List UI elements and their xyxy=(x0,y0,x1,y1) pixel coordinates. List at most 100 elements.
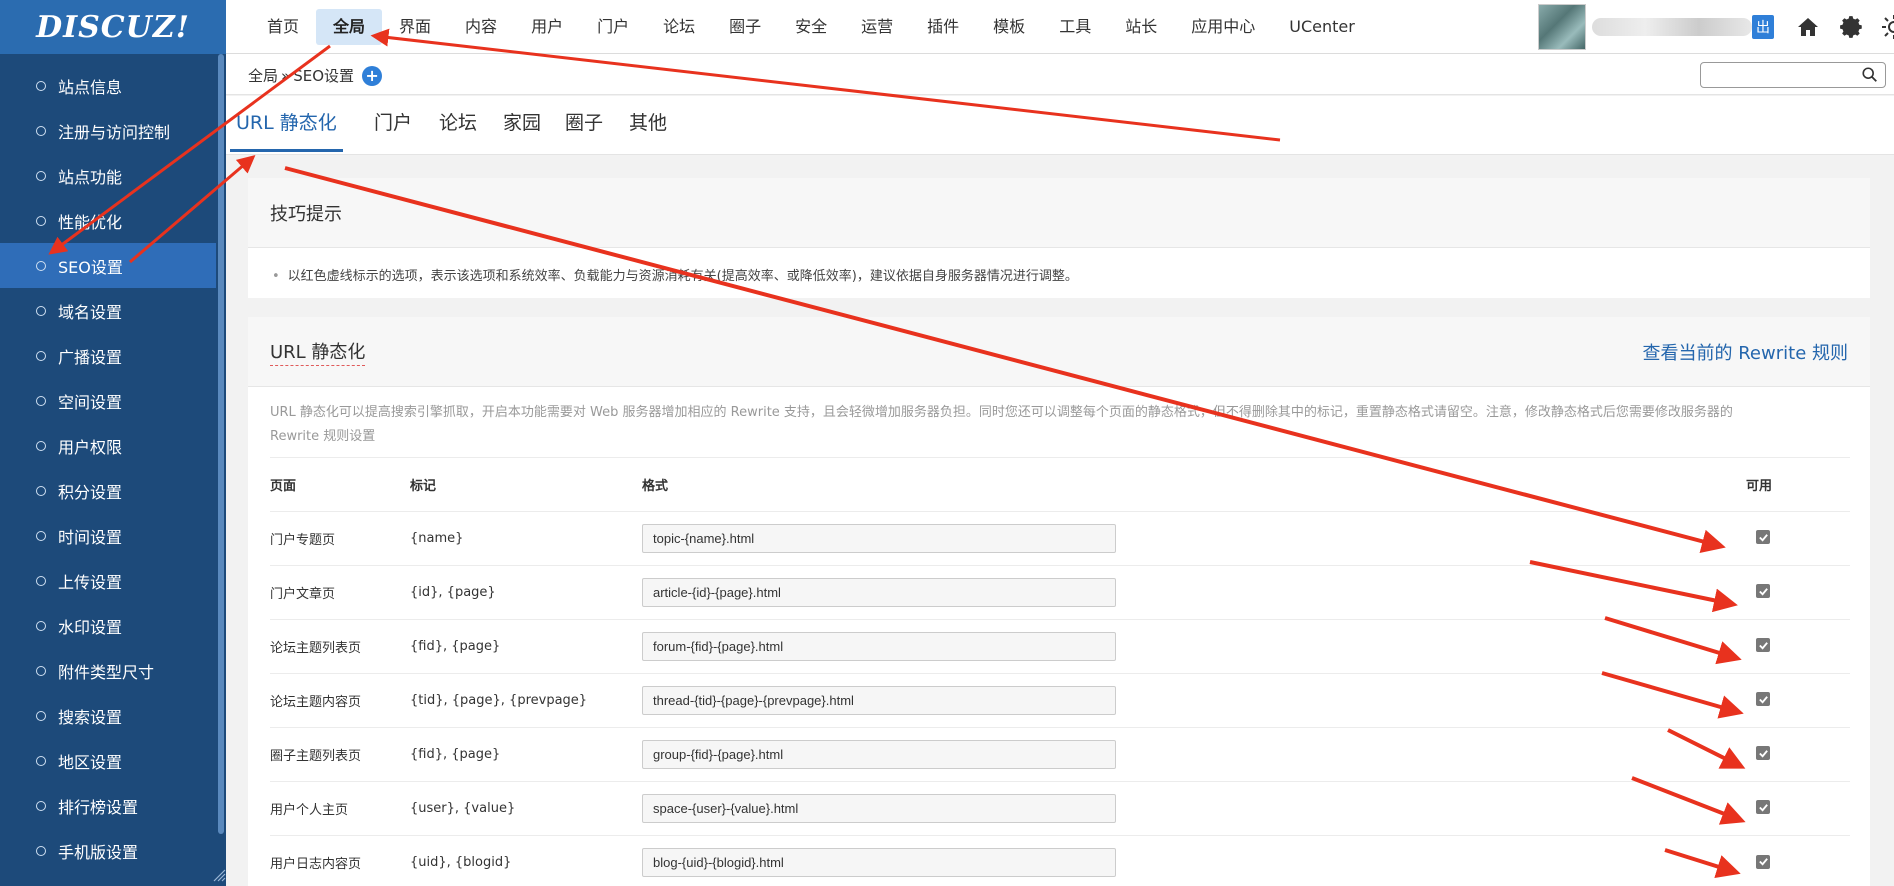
enabled-checkbox[interactable] xyxy=(1756,692,1770,707)
resize-grip-icon[interactable] xyxy=(212,868,226,882)
circle-bullet-icon xyxy=(36,80,46,91)
sidebar-item-14[interactable]: 搜索设置 xyxy=(0,693,226,738)
sidebar-item-11[interactable]: 上传设置 xyxy=(0,558,226,603)
search-input[interactable] xyxy=(1705,64,1855,86)
sidebar-item-label: 水印设置 xyxy=(58,617,123,637)
avatar[interactable] xyxy=(1538,4,1586,50)
table-row: 用户日志内容页 {uid}, {blogid} xyxy=(270,835,1850,886)
nav-item-3[interactable]: 内容 xyxy=(448,9,514,45)
tab-3[interactable]: 家园 xyxy=(503,108,541,149)
gear-icon[interactable] xyxy=(1838,13,1866,41)
checkmark-icon xyxy=(1758,641,1768,650)
seo-tabs: URL 静态化 门户 论坛 家园 圈子 其他 xyxy=(226,96,1894,155)
sidebar-item-6[interactable]: 广播设置 xyxy=(0,333,226,378)
tab-0[interactable]: URL 静态化 xyxy=(230,108,343,152)
url-panel-title: URL 静态化 xyxy=(270,338,366,366)
circle-bullet-icon xyxy=(36,620,46,631)
sidebar-item-8[interactable]: 用户权限 xyxy=(0,423,226,468)
tab-5[interactable]: 其他 xyxy=(629,108,667,149)
sidebar: 站点信息 注册与访问控制 站点功能性能优化 SEO设置 域名设置 广播设置空间设置用户权限… xyxy=(0,54,226,886)
nav-item-6[interactable]: 论坛 xyxy=(646,9,712,45)
circle-bullet-icon xyxy=(36,665,46,676)
breadcrumb-sep: » xyxy=(281,66,291,85)
sidebar-item-4[interactable]: SEO设置 xyxy=(0,243,226,288)
enabled-checkbox[interactable] xyxy=(1756,638,1770,653)
nav-item-9[interactable]: 运营 xyxy=(844,9,910,45)
sidebar-item-10[interactable]: 时间设置 xyxy=(0,513,226,558)
tab-4[interactable]: 圈子 xyxy=(565,108,603,149)
view-rewrite-rules-link[interactable]: 查看当前的 Rewrite 规则 xyxy=(1643,339,1848,365)
add-shortcut-icon[interactable]: + xyxy=(362,65,383,86)
nav-item-8[interactable]: 安全 xyxy=(778,9,844,45)
enabled-checkbox[interactable] xyxy=(1756,584,1770,599)
sidebar-item-17[interactable]: 手机版设置 xyxy=(0,828,226,873)
sidebar-item-0[interactable]: 站点信息 xyxy=(0,63,226,108)
search-box[interactable] xyxy=(1700,62,1886,88)
row-enabled-cell xyxy=(1746,727,1850,782)
row-format-cell xyxy=(642,673,1746,728)
discuz-logo[interactable]: DISCUZ! xyxy=(0,0,226,54)
sidebar-item-label: 空间设置 xyxy=(58,392,123,412)
sidebar-item-label: 性能优化 xyxy=(58,212,123,232)
enabled-checkbox[interactable] xyxy=(1756,800,1770,815)
format-input[interactable] xyxy=(642,794,1116,823)
format-input[interactable] xyxy=(642,524,1116,553)
home-icon[interactable] xyxy=(1794,13,1822,41)
sidebar-item-9[interactable]: 积分设置 xyxy=(0,468,226,513)
sidebar-item-label: 排行榜设置 xyxy=(58,797,139,817)
circle-bullet-icon xyxy=(36,260,46,271)
tab-1[interactable]: 门户 xyxy=(374,108,412,149)
tab-2[interactable]: 论坛 xyxy=(439,108,477,149)
enabled-checkbox[interactable] xyxy=(1756,530,1770,545)
enabled-checkbox[interactable] xyxy=(1756,854,1770,869)
circle-bullet-icon xyxy=(36,440,46,451)
nav-item-14[interactable]: 应用中心 xyxy=(1174,9,1272,45)
format-input[interactable] xyxy=(642,740,1116,769)
circle-bullet-icon xyxy=(36,305,46,316)
nav-item-4[interactable]: 用户 xyxy=(514,9,580,45)
nav-item-1[interactable]: 全局 xyxy=(316,9,383,45)
enabled-checkbox[interactable] xyxy=(1756,746,1770,761)
sidebar-item-1[interactable]: 注册与访问控制 xyxy=(0,108,226,153)
sidebar-scrollbar[interactable] xyxy=(216,54,226,886)
format-input[interactable] xyxy=(642,848,1116,878)
scrollbar-thumb[interactable] xyxy=(218,54,224,834)
sidebar-item-12[interactable]: 水印设置 xyxy=(0,603,226,648)
sidebar-item-15[interactable]: 地区设置 xyxy=(0,738,226,783)
sidebar-item-13[interactable]: 附件类型尺寸 xyxy=(0,648,226,693)
nav-item-2[interactable]: 界面 xyxy=(382,9,448,45)
sidebar-item-3[interactable]: 性能优化 xyxy=(0,198,226,243)
nav-item-11[interactable]: 模板 xyxy=(976,9,1042,45)
nav-item-7[interactable]: 圈子 xyxy=(712,9,778,45)
sidebar-item-label: 用户权限 xyxy=(58,437,123,457)
row-enabled-cell xyxy=(1746,619,1850,674)
sun-icon[interactable] xyxy=(1874,13,1894,41)
breadcrumb-root[interactable]: 全局 xyxy=(248,65,278,86)
format-input[interactable] xyxy=(642,578,1116,607)
sidebar-item-5[interactable]: 域名设置 xyxy=(0,288,226,333)
circle-bullet-icon xyxy=(36,755,46,766)
top-nav: 首页 全局 界面 内容 用户 门户 论坛 圈子 安全 运营 插件 模板 工具 站长 应用中心 UCenter xyxy=(250,9,1372,45)
checkmark-icon xyxy=(1758,858,1768,866)
sidebar-item-16[interactable]: 排行榜设置 xyxy=(0,783,226,828)
format-input[interactable] xyxy=(642,686,1116,715)
sidebar-item-label: 积分设置 xyxy=(58,482,123,502)
circle-bullet-icon xyxy=(36,485,46,496)
nav-item-15[interactable]: UCenter xyxy=(1272,9,1372,45)
nav-item-5[interactable]: 门户 xyxy=(580,9,646,45)
logout-button[interactable]: 出 xyxy=(1752,15,1774,39)
search-icon[interactable] xyxy=(1861,66,1879,84)
sidebar-item-7[interactable]: 空间设置 xyxy=(0,378,226,423)
col-page: 页面 xyxy=(270,457,410,512)
format-input[interactable] xyxy=(642,632,1116,661)
nav-item-10[interactable]: 插件 xyxy=(910,9,976,45)
row-page: 用户个人主页 xyxy=(270,781,410,836)
tips-text-content: 以红色虚线标示的选项，表示该选项和系统效率、负载能力与资源消耗有关(提高效率、或… xyxy=(287,269,1078,284)
sidebar-item-2[interactable]: 站点功能 xyxy=(0,153,226,198)
row-enabled-cell xyxy=(1746,511,1850,566)
sidebar-item-label: 地区设置 xyxy=(58,752,123,772)
nav-item-13[interactable]: 站长 xyxy=(1108,9,1174,45)
row-format-cell xyxy=(642,727,1746,782)
nav-item-0[interactable]: 首页 xyxy=(250,9,316,45)
nav-item-12[interactable]: 工具 xyxy=(1042,9,1108,45)
